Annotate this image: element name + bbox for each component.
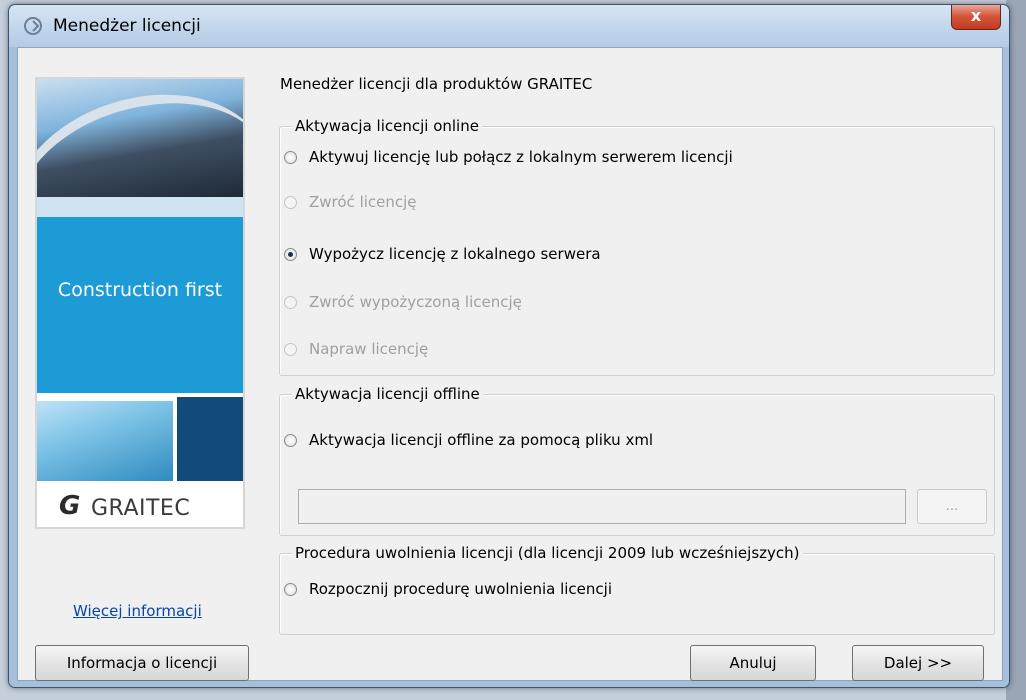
radio-start-release-label[interactable]: Rozpocznij procedurę uwolnienia licencji (309, 580, 612, 598)
radio-activate-license-label[interactable]: Aktywuj licencję lub połącz z lokalnym s… (309, 148, 733, 166)
radio-return-license: Zwróć licencję (284, 193, 417, 211)
radio-return-borrowed-license: Zwróć wypożyczoną licencję (284, 293, 522, 311)
banner-dark-block (177, 397, 243, 481)
banner-bridge-photo (37, 401, 173, 481)
title-bar[interactable]: Menedżer licencji x (9, 5, 1009, 47)
radio-repair-license-label: Napraw licencję (309, 340, 429, 358)
banner-blue-panel (37, 217, 243, 393)
radio-offline-xml-button[interactable] (284, 433, 297, 447)
radio-repair-license: Napraw licencję (284, 340, 428, 358)
license-info-button[interactable]: Informacja o licencji (35, 645, 249, 681)
window-title: Menedżer licencji (53, 16, 201, 36)
dialog-header: Menedżer licencji dla produktów GRAITEC (280, 75, 593, 93)
radio-borrow-license[interactable]: Wypożycz licencję z lokalnego serwera (284, 245, 601, 263)
radio-activate-license-button[interactable] (284, 150, 297, 164)
radio-return-license-button (284, 195, 297, 209)
next-button[interactable]: Dalej >> (852, 645, 984, 681)
graitec-banner-image: Construction first G GRAITEC (35, 77, 245, 529)
banner-sky-strip (37, 197, 243, 217)
license-release-legend: Procedura uwolnienia licencji (dla licen… (292, 544, 803, 562)
dialog-client-area: Construction first G GRAITEC Więcej info… (17, 47, 1003, 681)
radio-start-release[interactable]: Rozpocznij procedurę uwolnienia licencji (284, 580, 612, 598)
radio-return-license-label: Zwróć licencję (309, 193, 417, 211)
radio-activate-license[interactable]: Aktywuj licencję lub połącz z lokalnym s… (284, 148, 733, 166)
radio-repair-license-button (284, 342, 297, 356)
offline-activation-legend: Aktywacja licencji offline (292, 385, 483, 403)
radio-offline-xml[interactable]: Aktywacja licencji offline za pomocą pli… (284, 431, 653, 449)
radio-return-borrowed-license-button (284, 295, 297, 309)
radio-start-release-button[interactable] (284, 582, 297, 596)
graitec-logo-icon: G (59, 491, 81, 521)
close-button[interactable]: x (951, 5, 1001, 30)
online-activation-legend: Aktywacja licencji online (292, 117, 482, 135)
banner-building-photo (37, 79, 243, 326)
radio-offline-xml-label[interactable]: Aktywacja licencji offline za pomocą pli… (309, 431, 653, 449)
graitec-logo-text: GRAITEC (91, 496, 191, 521)
more-info-link[interactable]: Więcej informacji (73, 602, 202, 620)
radio-borrow-license-label[interactable]: Wypożycz licencję z lokalnego serwera (309, 245, 601, 263)
graitec-app-icon (24, 17, 42, 35)
license-manager-window: Menedżer licencji x Construction first G… (8, 4, 1010, 688)
xml-file-path-field (298, 489, 906, 524)
banner-slogan: Construction first (57, 279, 223, 301)
radio-borrow-license-button[interactable] (284, 247, 297, 261)
browse-button: ... (917, 489, 987, 524)
radio-return-borrowed-license-label: Zwróć wypożyczoną licencję (309, 293, 522, 311)
cancel-button[interactable]: Anuluj (690, 645, 816, 681)
